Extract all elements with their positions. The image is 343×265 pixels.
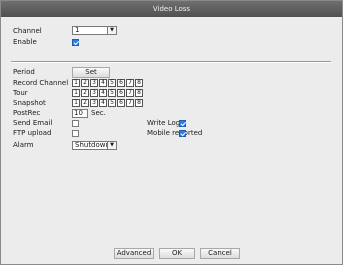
cancel-button[interactable]: Cancel: [200, 248, 240, 259]
snapshot-label: Snapshot: [13, 99, 46, 107]
chevron-down-icon: ▼: [107, 27, 116, 34]
write-log-checkbox[interactable]: [179, 120, 186, 127]
snapshot-channel-1[interactable]: 1: [72, 99, 80, 107]
tour-group: 1 2 3 4 5 6 7 8: [72, 89, 144, 97]
period-set-button[interactable]: Set: [72, 67, 110, 78]
record-channel-4[interactable]: 4: [99, 79, 107, 87]
send-email-label: Send Email: [13, 119, 53, 127]
video-loss-dialog: Video Loss Channel 1 ▼ Enable Period Set…: [0, 0, 343, 265]
postrec-input[interactable]: 10: [72, 109, 88, 118]
dialog-title: Video Loss: [1, 1, 342, 17]
record-channel-label: Record Channel: [13, 79, 69, 87]
postrec-unit: Sec.: [91, 109, 106, 117]
snapshot-channel-6[interactable]: 6: [117, 99, 125, 107]
tour-channel-4[interactable]: 4: [99, 89, 107, 97]
tour-channel-2[interactable]: 2: [81, 89, 89, 97]
tour-channel-1[interactable]: 1: [72, 89, 80, 97]
tour-channel-5[interactable]: 5: [108, 89, 116, 97]
snapshot-channel-5[interactable]: 5: [108, 99, 116, 107]
snapshot-channel-7[interactable]: 7: [126, 99, 134, 107]
channel-label: Channel: [13, 27, 42, 35]
tour-channel-3[interactable]: 3: [90, 89, 98, 97]
record-channel-2[interactable]: 2: [81, 79, 89, 87]
record-channel-5[interactable]: 5: [108, 79, 116, 87]
postrec-label: PostRec: [13, 109, 41, 117]
snapshot-channel-8[interactable]: 8: [135, 99, 143, 107]
record-channel-1[interactable]: 1: [72, 79, 80, 87]
advanced-button[interactable]: Advanced: [114, 248, 154, 259]
record-channel-6[interactable]: 6: [117, 79, 125, 87]
snapshot-channel-2[interactable]: 2: [81, 99, 89, 107]
record-channel-group: 1 2 3 4 5 6 7 8: [72, 79, 144, 87]
channel-value: 1: [75, 26, 80, 34]
alarm-value: Shutdown: [75, 141, 110, 149]
ftp-upload-checkbox[interactable]: [72, 130, 79, 137]
tour-label: Tour: [13, 89, 28, 97]
snapshot-channel-4[interactable]: 4: [99, 99, 107, 107]
mobile-reported-label: Mobile reported: [147, 129, 203, 137]
channel-select[interactable]: 1 ▼: [72, 26, 117, 35]
snapshot-channel-3[interactable]: 3: [90, 99, 98, 107]
record-channel-8[interactable]: 8: [135, 79, 143, 87]
separator: [11, 61, 331, 63]
alarm-select[interactable]: Shutdown ▼: [72, 141, 117, 150]
record-channel-7[interactable]: 7: [126, 79, 134, 87]
ok-button[interactable]: OK: [159, 248, 195, 259]
tour-channel-6[interactable]: 6: [117, 89, 125, 97]
ftp-upload-label: FTP upload: [13, 129, 52, 137]
period-label: Period: [13, 68, 35, 76]
enable-checkbox[interactable]: [72, 39, 79, 46]
mobile-reported-checkbox[interactable]: [179, 130, 186, 137]
write-log-label: Write Log: [147, 119, 181, 127]
send-email-checkbox[interactable]: [72, 120, 79, 127]
enable-label: Enable: [13, 38, 37, 46]
alarm-label: Alarm: [13, 141, 34, 149]
tour-channel-8[interactable]: 8: [135, 89, 143, 97]
chevron-down-icon: ▼: [107, 142, 116, 149]
record-channel-3[interactable]: 3: [90, 79, 98, 87]
snapshot-group: 1 2 3 4 5 6 7 8: [72, 99, 144, 107]
tour-channel-7[interactable]: 7: [126, 89, 134, 97]
